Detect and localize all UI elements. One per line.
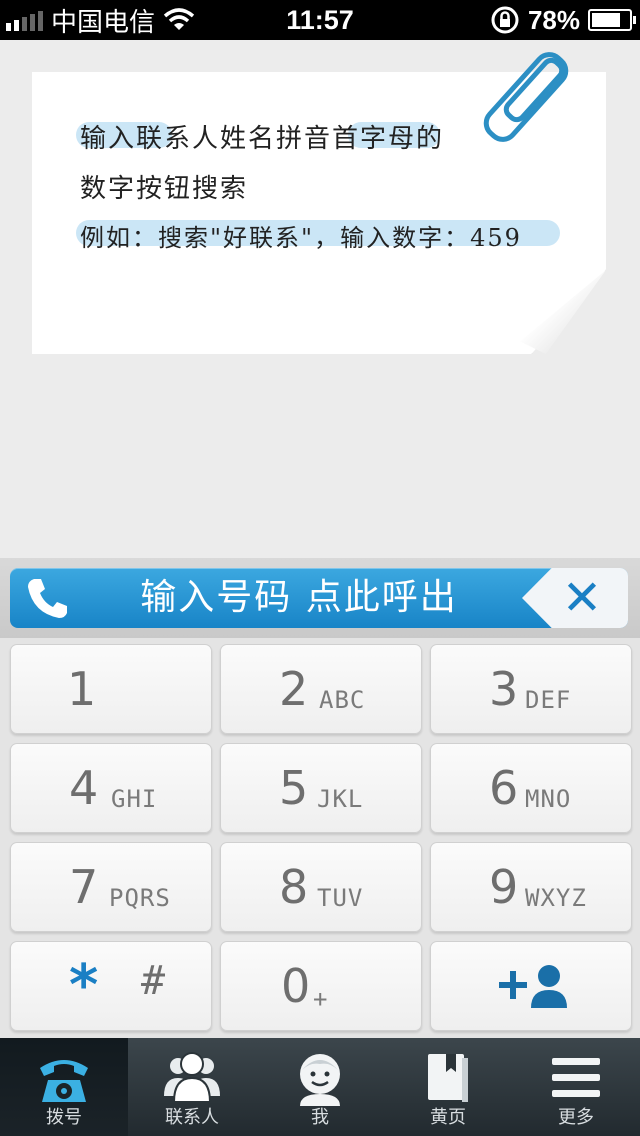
key-letters: WXYZ: [525, 884, 587, 912]
contacts-icon: [164, 1052, 220, 1103]
key-digit: 0: [281, 959, 311, 1013]
key-digit: 3: [489, 662, 519, 716]
status-right: 78%: [490, 0, 636, 40]
key-letters: ABC: [319, 686, 366, 714]
key-9[interactable]: 9 WXYZ: [430, 842, 632, 932]
key-digit: 4: [69, 761, 99, 815]
tab-yellow-pages[interactable]: 黄页: [384, 1038, 512, 1136]
key-digit: 9: [489, 860, 519, 914]
add-contact-button[interactable]: [430, 941, 632, 1031]
call-bar-label: 输入号码 点此呼出: [140, 577, 458, 618]
key-5[interactable]: 5 JKL: [220, 743, 422, 833]
key-4[interactable]: 4 GHI: [10, 743, 212, 833]
key-hash: #: [141, 958, 167, 1004]
key-digit: 5: [279, 761, 309, 815]
tab-me[interactable]: 我: [256, 1038, 384, 1136]
key-letters: JKL: [317, 785, 364, 813]
key-star: *: [69, 953, 99, 1018]
rotation-lock-icon: [491, 6, 519, 34]
key-letters: TUV: [317, 884, 364, 912]
dial-keypad: 1 2 ABC 3 DEF 4 GHI 5 JKL 6 MNO 7 PQRS 8…: [0, 638, 640, 1038]
key-digit: 8: [279, 860, 309, 914]
hint-line-3: 例如：搜索"好联系"，输入数字：459: [80, 224, 522, 252]
key-0[interactable]: 0 +: [220, 941, 422, 1031]
more-icon: [552, 1058, 600, 1097]
yellow-pages-icon: [428, 1054, 468, 1102]
key-star-hash[interactable]: * #: [10, 941, 212, 1031]
hint-line-2: 数字按钮搜索: [80, 174, 249, 204]
phone-icon: [24, 574, 72, 622]
key-2[interactable]: 2 ABC: [220, 644, 422, 734]
tab-label: 联系人: [165, 1107, 219, 1128]
hint-line-1: 输入联系人姓名拼音首字母的: [80, 124, 445, 154]
tab-dial[interactable]: 拨号: [0, 1038, 128, 1136]
call-bar-container: 输入号码 点此呼出 ✕: [0, 558, 640, 638]
key-digit: 2: [279, 662, 309, 716]
key-letters: PQRS: [109, 884, 171, 912]
key-3[interactable]: 3 DEF: [430, 644, 632, 734]
tab-label: 我: [311, 1107, 329, 1128]
tab-label: 更多: [558, 1107, 594, 1128]
add-contact-icon: [499, 965, 567, 1008]
status-bar: 中国电信 11:57 78%: [0, 0, 640, 40]
key-letters: DEF: [525, 686, 572, 714]
tab-more[interactable]: 更多: [512, 1038, 640, 1136]
key-8[interactable]: 8 TUV: [220, 842, 422, 932]
tab-bar: 拨号 联系人 我 黄页 更多: [0, 1038, 640, 1136]
key-letters: MNO: [525, 785, 572, 813]
key-digit: 6: [489, 761, 519, 815]
key-1[interactable]: 1: [10, 644, 212, 734]
tab-label: 黄页: [430, 1107, 466, 1128]
me-icon: [300, 1054, 340, 1106]
phone-icon: [40, 1060, 88, 1102]
tab-contacts[interactable]: 联系人: [128, 1038, 256, 1136]
close-icon: ✕: [561, 570, 603, 626]
call-bar[interactable]: 输入号码 点此呼出 ✕: [10, 568, 628, 628]
battery-percent: 78%: [527, 4, 580, 35]
key-6[interactable]: 6 MNO: [430, 743, 632, 833]
key-7[interactable]: 7 PQRS: [10, 842, 212, 932]
delete-button[interactable]: ✕: [522, 568, 628, 628]
tab-label: 拨号: [46, 1107, 82, 1128]
key-letters: GHI: [111, 785, 158, 813]
key-digit: 1: [67, 662, 97, 716]
key-digit: 7: [69, 860, 99, 914]
key-plus: +: [313, 985, 329, 1013]
battery-icon: [588, 9, 636, 31]
